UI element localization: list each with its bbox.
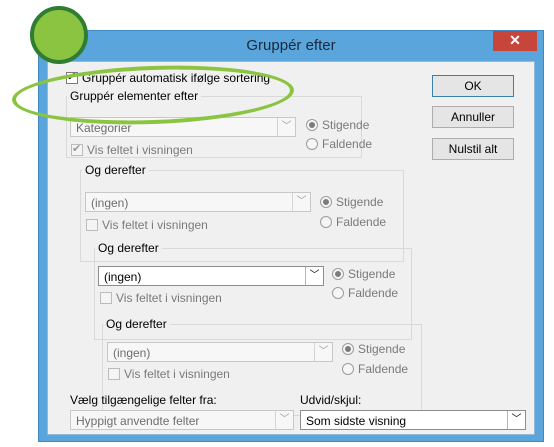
reset-all-button[interactable]: Nulstil alt [432, 138, 514, 160]
group-3-field-select[interactable]: (ingen) ﹀ [98, 266, 324, 286]
expand-collapse-select[interactable]: Som sidste visning ﹀ [300, 410, 526, 430]
fields-from-select[interactable]: Hyppigt anvendte felter ﹀ [70, 410, 294, 430]
group-1-descending-radio[interactable] [306, 138, 318, 150]
chevron-down-icon: ﹀ [507, 411, 525, 429]
group-3-show-field-checkbox[interactable] [100, 292, 112, 304]
group-2-show-field-checkbox[interactable] [86, 219, 98, 231]
group-2-descending-radio[interactable] [320, 216, 332, 228]
group-1-show-field-label: Vis feltet i visningen [87, 143, 193, 157]
group-1-descending-label: Faldende [322, 137, 373, 151]
expand-collapse-label: Udvid/skjul: [300, 393, 362, 407]
group-3-show-field-label: Vis feltet i visningen [116, 291, 222, 305]
group-4-descending-radio[interactable] [342, 363, 354, 375]
group-2-descending-label: Faldende [336, 215, 387, 229]
group-4-show-field-checkbox[interactable] [108, 368, 120, 380]
dialog-title: Gruppér efter [246, 37, 336, 54]
group-2-show-field-label: Vis feltet i visningen [102, 218, 208, 232]
group-3-field-value: (ingen) [104, 270, 142, 284]
group-4-show-field-label: Vis feltet i visningen [124, 367, 230, 381]
group-3-label: Og derefter [95, 241, 162, 255]
chevron-down-icon: ﹀ [305, 267, 323, 285]
group-2-field-select[interactable]: (ingen) ﹀ [85, 192, 311, 212]
group-3-descending-label: Faldende [348, 286, 399, 300]
chevron-down-icon: ﹀ [314, 343, 332, 361]
group-4-label: Og derefter [103, 317, 170, 331]
group-4-field-value: (ingen) [113, 346, 151, 360]
title-bar[interactable]: Gruppér efter ✕ [39, 31, 543, 61]
chevron-down-icon: ﹀ [275, 411, 293, 429]
group-2-ascending-label: Stigende [336, 195, 384, 209]
chevron-down-icon: ﹀ [292, 193, 310, 211]
marker-circle [30, 6, 88, 64]
group-2-field-value: (ingen) [91, 196, 129, 210]
expand-collapse-value: Som sidste visning [306, 414, 407, 428]
group-4-field-select[interactable]: (ingen) ﹀ [107, 342, 333, 362]
fields-from-label: Vælg tilgængelige felter fra: [70, 393, 217, 407]
group-3-ascending-radio[interactable] [332, 268, 344, 280]
group-2-label: Og derefter [82, 163, 149, 177]
close-button[interactable]: ✕ [493, 31, 537, 51]
group-4-ascending-label: Stigende [358, 342, 406, 356]
ok-button[interactable]: OK [432, 75, 514, 97]
group-1-show-field-checkbox[interactable] [71, 142, 83, 156]
fields-from-value: Hyppigt anvendte felter [76, 414, 200, 428]
cancel-button[interactable]: Annuller [432, 106, 514, 128]
group-1-ascending-radio[interactable] [306, 119, 318, 131]
chevron-down-icon: ﹀ [277, 118, 295, 136]
group-1-ascending-label: Stigende [322, 118, 370, 132]
group-4-descending-label: Faldende [358, 362, 409, 376]
group-3-descending-radio[interactable] [332, 287, 344, 299]
group-3-ascending-label: Stigende [348, 267, 396, 281]
close-icon: ✕ [509, 32, 521, 48]
group-2-ascending-radio[interactable] [320, 196, 332, 208]
group-4-ascending-radio[interactable] [342, 343, 354, 355]
